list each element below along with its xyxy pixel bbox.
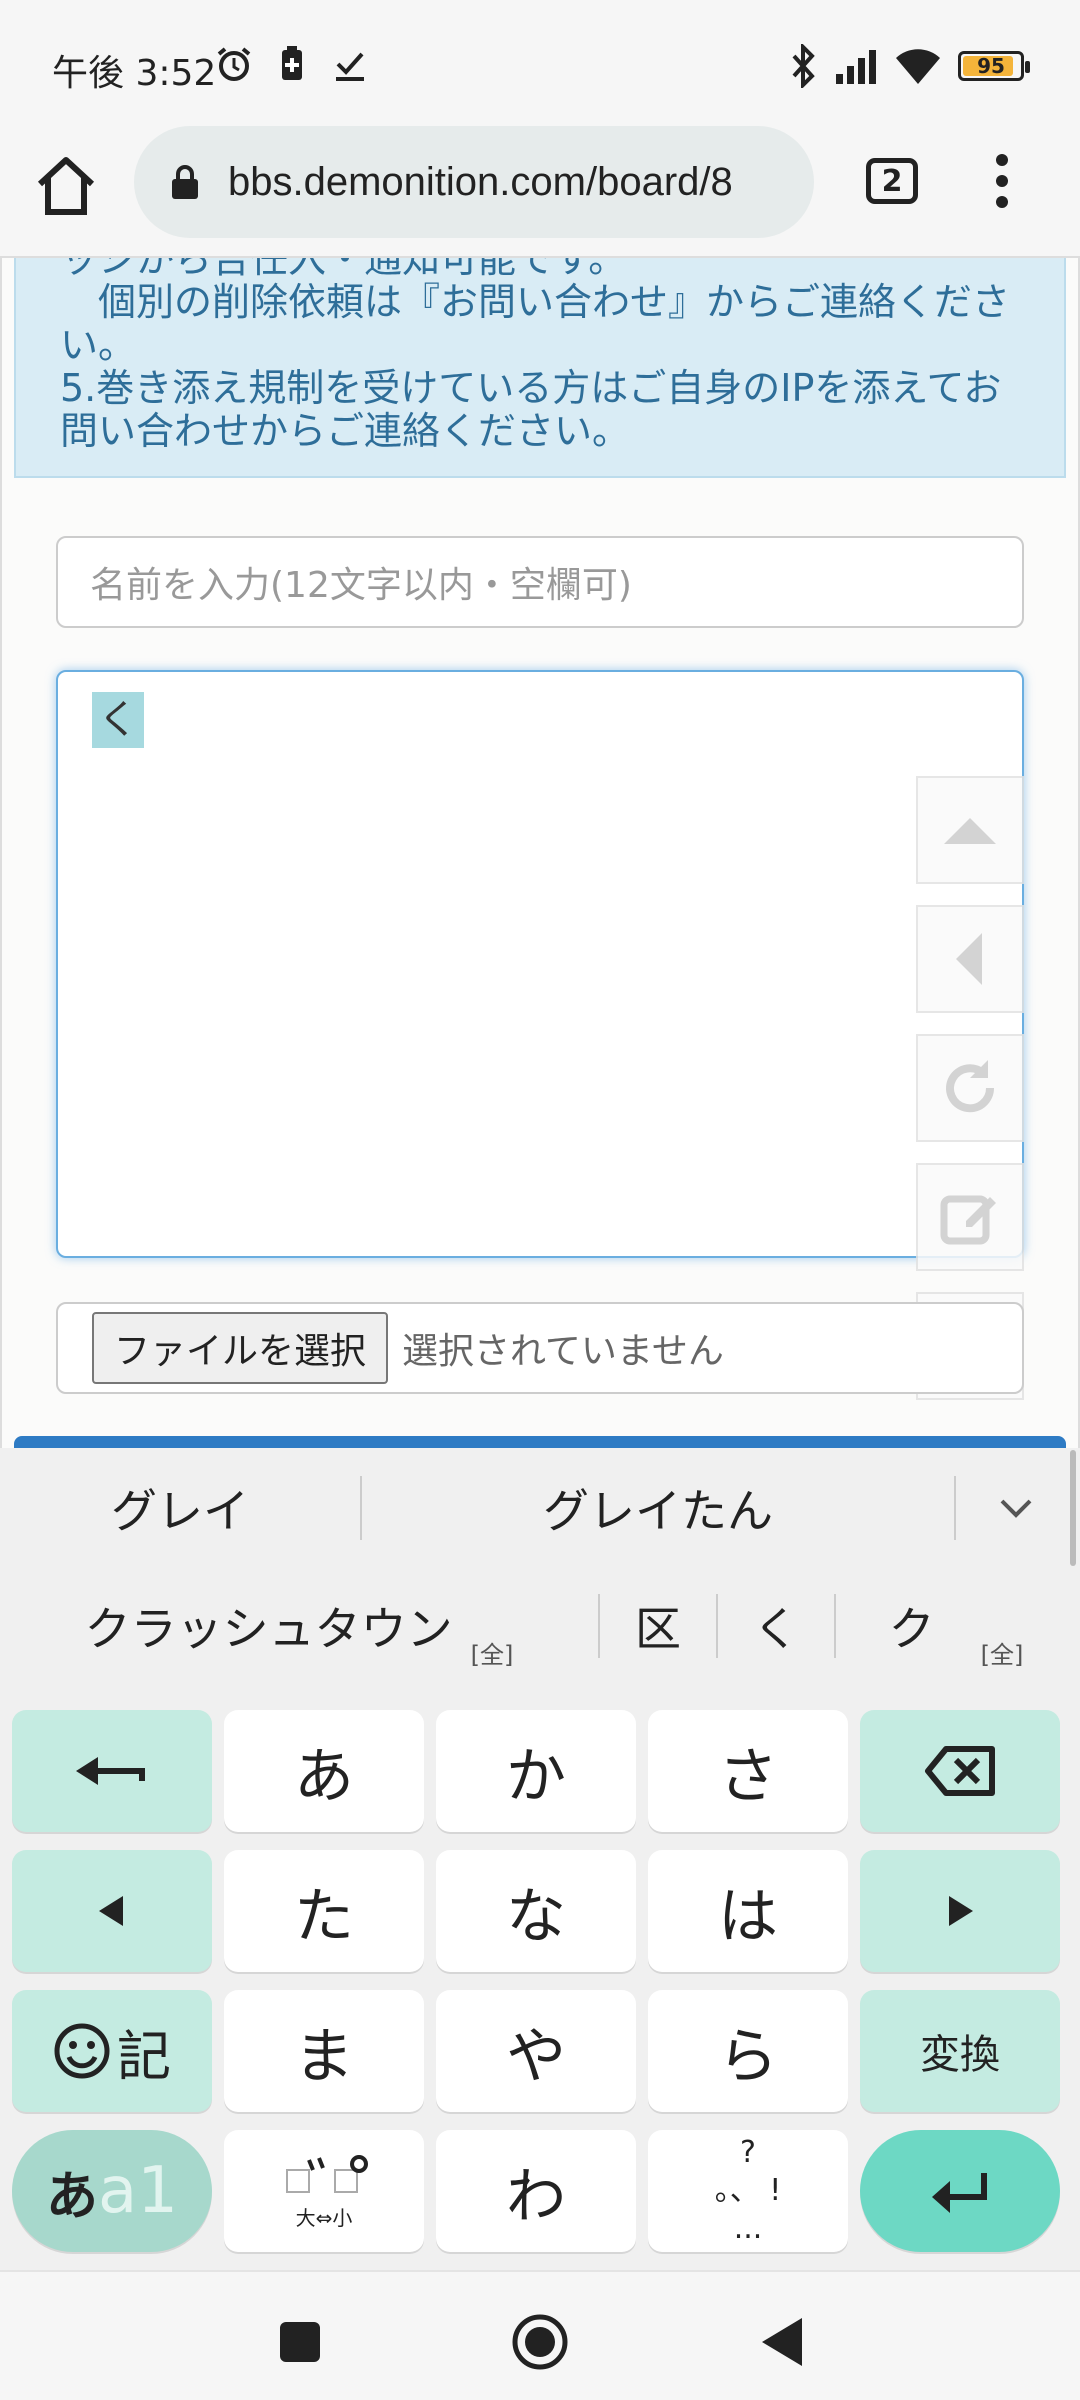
- triangle-left-icon: [956, 933, 982, 985]
- browser-toolbar: bbs.demonition.com/board/8 2: [0, 120, 1080, 258]
- triangle-right-icon: [949, 1896, 973, 1926]
- cursor-left-key[interactable]: [12, 1850, 212, 1972]
- battery-level: 95: [977, 54, 1005, 78]
- candidate[interactable]: グレイたん: [362, 1475, 954, 1541]
- signal-icon: [836, 50, 876, 84]
- choose-file-button[interactable]: ファイルを選択: [92, 1312, 389, 1384]
- input-mode-key[interactable]: あ a1: [12, 2130, 212, 2252]
- notice-line: ッシから告任入・通知可能です。: [60, 258, 627, 281]
- status-icons-left: [214, 44, 370, 84]
- battery-icon: 95: [958, 51, 1030, 81]
- candidate: クラッシュタウン: [84, 1602, 453, 1656]
- battery-saver-icon: [282, 46, 302, 80]
- symbol-label: 記: [117, 2024, 171, 2088]
- web-page: ッシから告任入・通知可能です。 個別の削除依頼は『お問い合わせ』からご連絡くださ…: [0, 258, 1080, 1448]
- key-a[interactable]: あ: [224, 1710, 424, 1832]
- tab-switcher-button[interactable]: 2: [866, 158, 918, 204]
- enter-key[interactable]: [860, 2130, 1060, 2252]
- overflow-menu-icon[interactable]: [990, 154, 1014, 214]
- message-textarea[interactable]: く: [56, 670, 1024, 1258]
- key-grid: あ か さ た な は 記 ま や ら 変換 あ a1 大⇔小 わ ? 。、 !…: [12, 1710, 1068, 2270]
- punct-mid: 。、 !: [714, 2173, 782, 2208]
- key-ha[interactable]: は: [648, 1850, 848, 1972]
- check-icon: [336, 52, 364, 81]
- reload-button[interactable]: [916, 1034, 1024, 1142]
- zen-badge: [全]: [470, 1640, 514, 1669]
- notice-line: い。: [60, 323, 137, 367]
- backspace-icon: [925, 1746, 995, 1796]
- address-bar[interactable]: bbs.demonition.com/board/8: [134, 126, 814, 238]
- submit-button[interactable]: [14, 1436, 1066, 1448]
- notice-line: 問い合わせからご連絡ください。: [60, 409, 631, 453]
- scroll-top-button[interactable]: [916, 776, 1024, 884]
- status-time: 午後 3:52: [52, 53, 217, 94]
- home-nav-icon[interactable]: [510, 2312, 570, 2372]
- chevron-down-icon: [1000, 1499, 1032, 1518]
- undo-key[interactable]: [12, 1710, 212, 1832]
- triangle-up-icon: [944, 818, 996, 844]
- candidate-row-primary: グレイ グレイたん: [0, 1448, 1080, 1568]
- enter-arrow-icon: [932, 2173, 987, 2213]
- punct-bottom: ...: [733, 2211, 763, 2246]
- tab-count: 2: [881, 163, 903, 199]
- candidate: ク: [888, 1602, 935, 1656]
- candidate-scrollbar[interactable]: [1070, 1450, 1076, 1566]
- back-nav-icon[interactable]: [754, 2312, 814, 2372]
- smiley-icon: [54, 2023, 110, 2079]
- notice-line: 5.巻き添え規制を受けている方はご自身のIPを添えてお: [60, 366, 1002, 410]
- dakuten-label: 大⇔小: [295, 2205, 353, 2230]
- dakuten-key[interactable]: 大⇔小: [224, 2130, 424, 2252]
- undo-arrow-icon: [76, 1757, 145, 1785]
- notice-box: ッシから告任入・通知可能です。 個別の削除依頼は『お問い合わせ』からご連絡くださ…: [14, 258, 1066, 478]
- lock-icon: [172, 165, 198, 199]
- composing-text: く: [92, 692, 144, 748]
- key-ya[interactable]: や: [436, 1990, 636, 2112]
- mode-kana: あ: [46, 2166, 99, 2227]
- name-input[interactable]: 名前を入力(12文字以内・空欄可): [56, 536, 1024, 628]
- key-ta[interactable]: た: [224, 1850, 424, 1972]
- edit-icon: [940, 1195, 996, 1245]
- candidate[interactable]: く: [718, 1593, 834, 1659]
- candidate-item[interactable]: クラッシュタウン [全]: [0, 1593, 598, 1669]
- key-ma[interactable]: ま: [224, 1990, 424, 2112]
- dakuten-icon: [286, 2154, 368, 2193]
- url-text: bbs.demonition.com/board/8: [228, 159, 733, 204]
- status-icons-right: 95: [788, 44, 1030, 88]
- mode-alpha: a1: [98, 2154, 178, 2228]
- expand-candidates-button[interactable]: [956, 1493, 1076, 1523]
- key-ka[interactable]: か: [436, 1710, 636, 1832]
- bluetooth-icon: [792, 44, 815, 88]
- candidate[interactable]: 区: [600, 1593, 716, 1659]
- candidate-item[interactable]: ク [全]: [836, 1593, 1076, 1669]
- reload-icon: [946, 1060, 995, 1113]
- candidate[interactable]: グレイ: [0, 1475, 360, 1541]
- notice-line: 個別の削除依頼は『お問い合わせ』からご連絡くださ: [60, 280, 1011, 324]
- key-sa[interactable]: さ: [648, 1710, 848, 1832]
- file-status: 選択されていません: [402, 1331, 724, 1372]
- name-placeholder: 名前を入力(12文字以内・空欄可): [90, 565, 632, 606]
- punctuation-key[interactable]: ? 。、 ! ...: [648, 2130, 848, 2252]
- emoji-symbol-key[interactable]: 記: [12, 1990, 212, 2112]
- ime-keyboard: グレイ グレイたん クラッシュタウン [全] 区 く ク [全] あ か さ た…: [0, 1448, 1080, 2270]
- key-wa[interactable]: わ: [436, 2130, 636, 2252]
- recents-icon[interactable]: [270, 2312, 330, 2372]
- back-button[interactable]: [916, 905, 1024, 1013]
- system-nav-bar: [0, 2270, 1080, 2400]
- backspace-key[interactable]: [860, 1710, 1060, 1832]
- key-ra[interactable]: ら: [648, 1990, 848, 2112]
- status-bar: 午後 3:52 95: [0, 0, 1080, 120]
- home-icon[interactable]: [30, 150, 102, 222]
- convert-key[interactable]: 変換: [860, 1990, 1060, 2112]
- punct-top: ?: [740, 2135, 756, 2170]
- wifi-icon: [896, 49, 940, 84]
- triangle-left-icon: [99, 1896, 123, 1926]
- alarm-icon: [217, 47, 251, 81]
- compose-button[interactable]: [916, 1163, 1024, 1271]
- key-na[interactable]: な: [436, 1850, 636, 1972]
- candidate-row-secondary: クラッシュタウン [全] 区 く ク [全]: [0, 1568, 1080, 1684]
- zen-badge: [全]: [980, 1640, 1024, 1669]
- file-input: ファイルを選択 選択されていません: [56, 1302, 1024, 1394]
- cursor-right-key[interactable]: [860, 1850, 1060, 1972]
